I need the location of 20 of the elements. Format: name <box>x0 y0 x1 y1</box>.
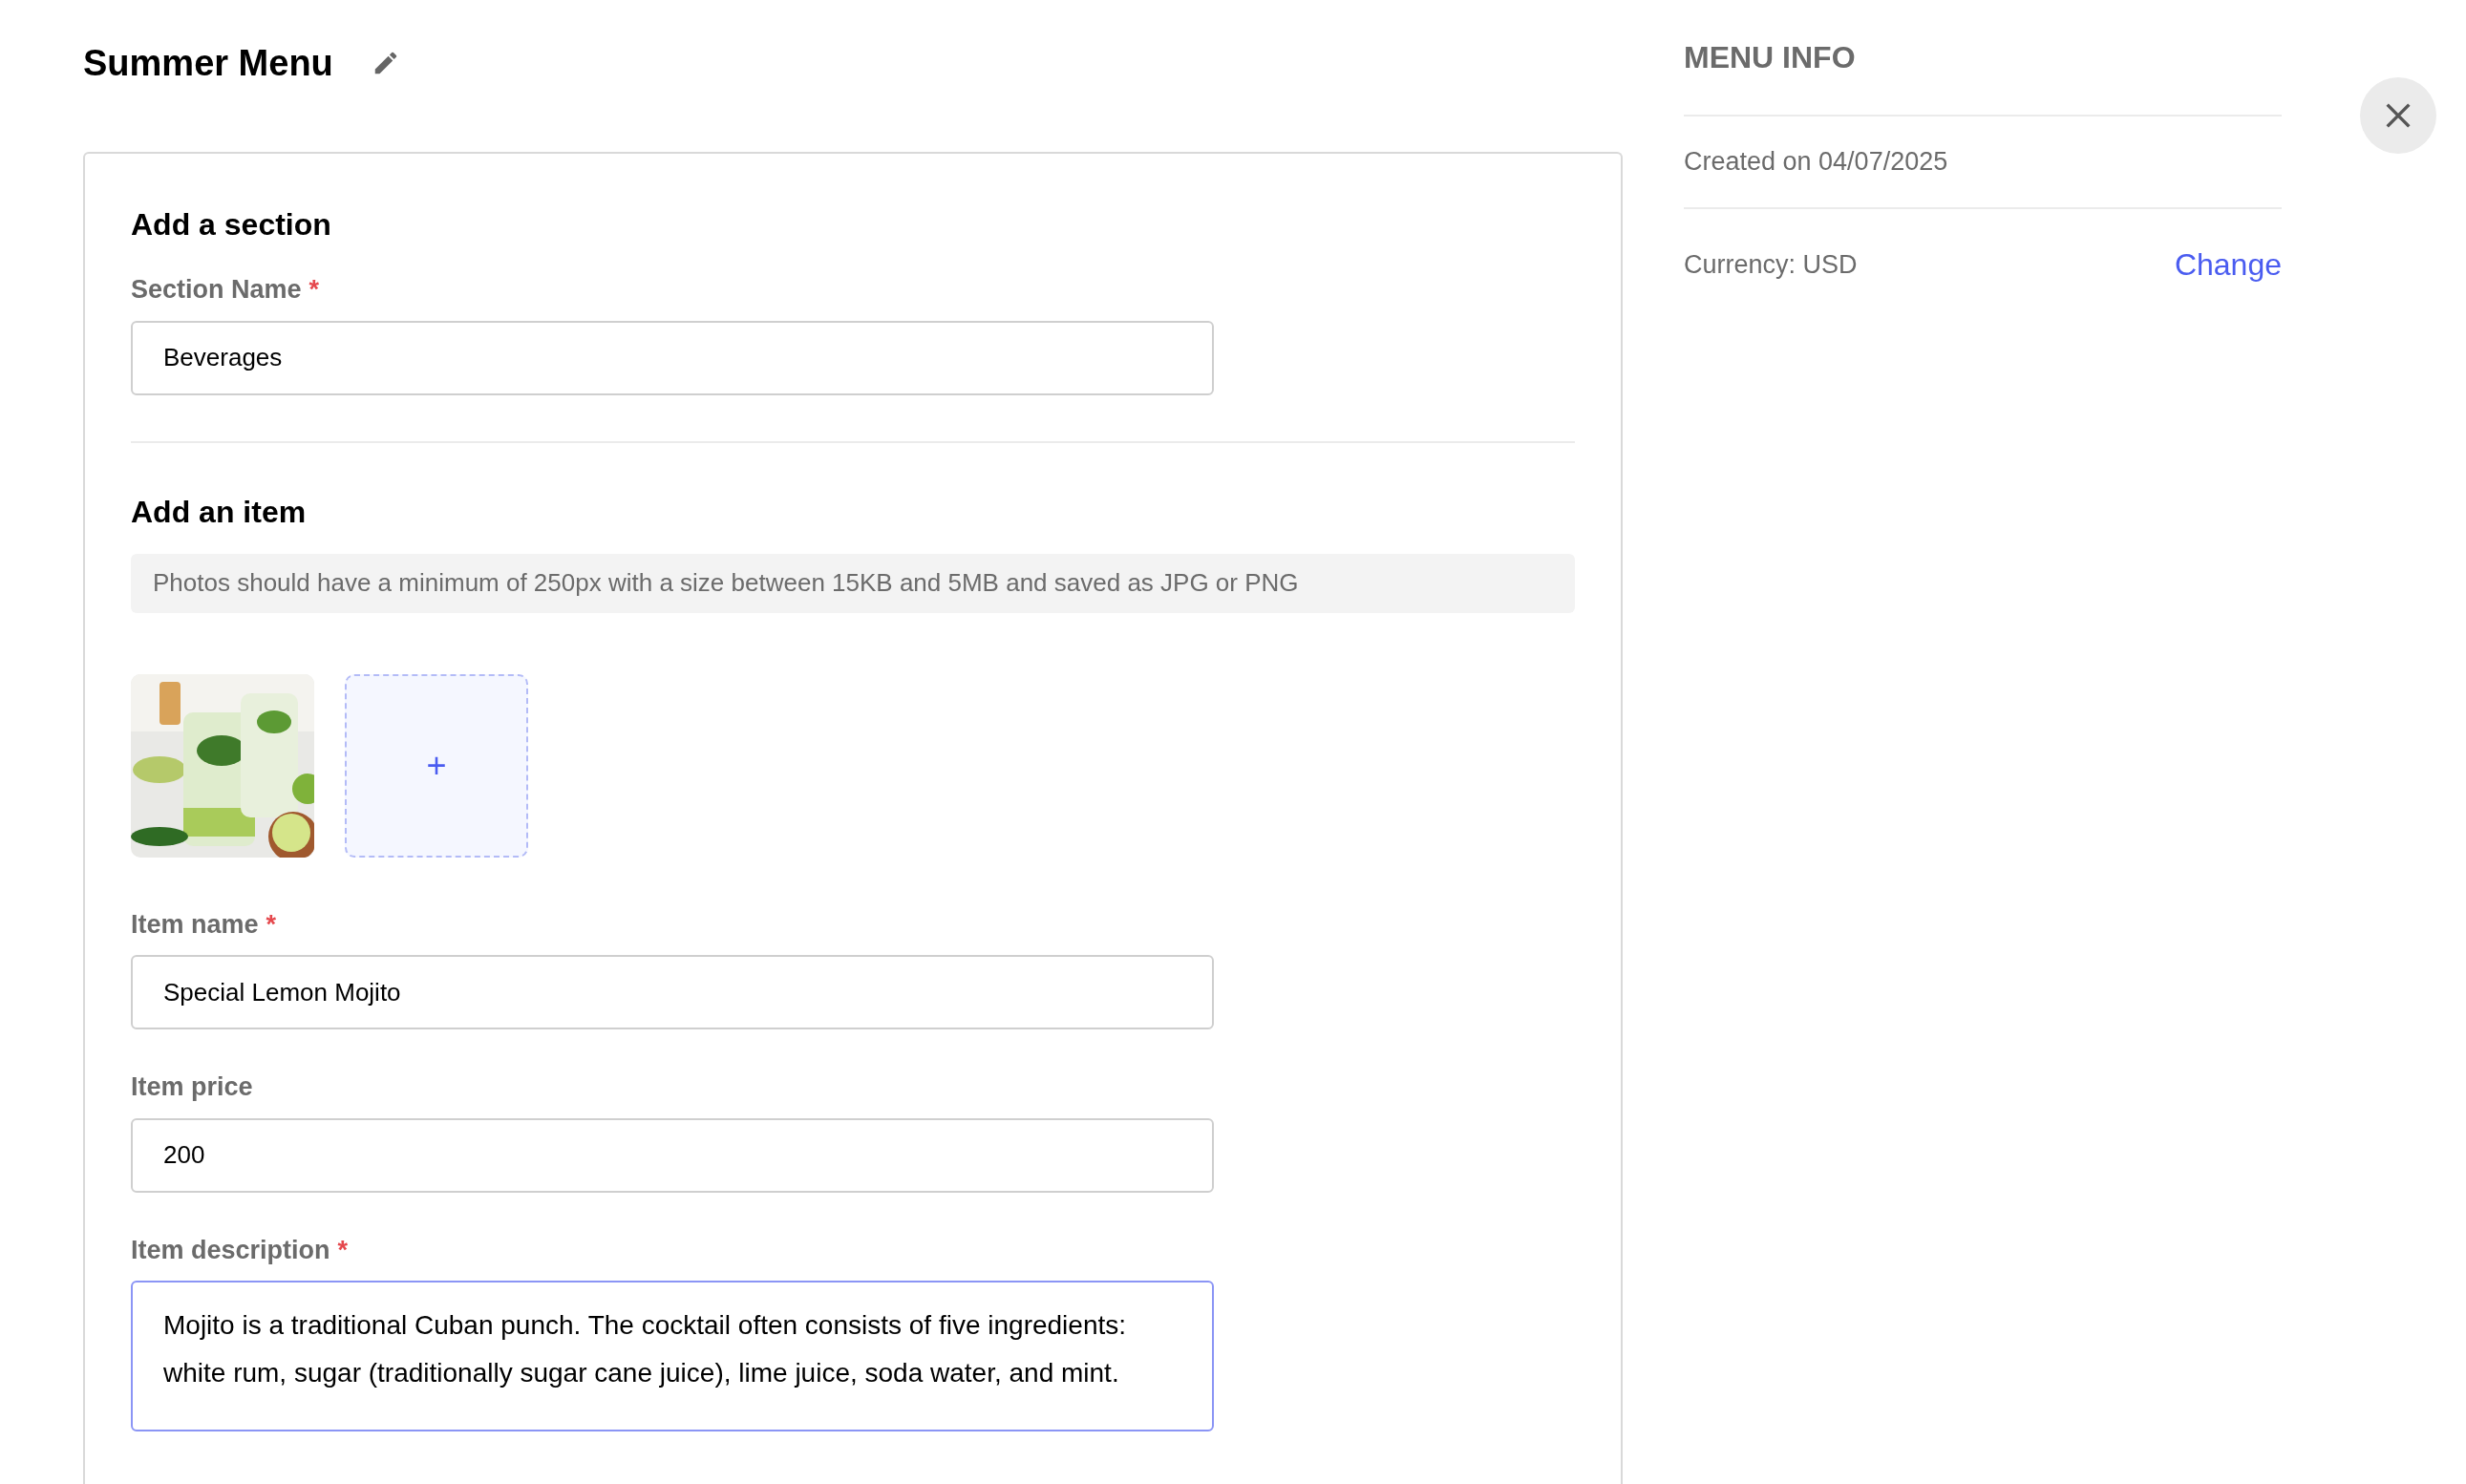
currency-label: Currency: USD <box>1684 248 1858 281</box>
required-asterisk: * <box>308 274 320 306</box>
add-photo-button[interactable]: + <box>345 673 528 858</box>
field-label: Item price <box>131 1071 253 1103</box>
description-field[interactable]: Mojito is a traditional Cuban punch. The cocktail often consists of five ingredients: white rum, sugar (traditionally sugar cane juice), lime juice, soda water, and mint. <box>131 1281 1214 1431</box>
field-label: Item name <box>131 908 259 941</box>
section-name-field[interactable]: Beverages <box>131 320 1214 395</box>
change-link[interactable]: Change <box>2174 242 2282 287</box>
required-asterisk: * <box>337 1234 349 1266</box>
field-label: Item description <box>131 1234 330 1266</box>
item-heading: Add an item <box>131 493 308 531</box>
input-field[interactable]: 200 <box>131 1117 1214 1193</box>
section-heading: Add a section <box>131 206 332 244</box>
photo-notice: Photos should have a minimum of 250px with a size between 15KB and 5MB and saved as JPG or PNG <box>131 553 1575 613</box>
required-asterisk: * <box>266 908 277 941</box>
input-field[interactable]: Special Lemon Mojito <box>131 955 1214 1029</box>
created-date: Created on 04/07/2025 <box>1684 146 1948 179</box>
field-label: Section Name <box>131 274 302 306</box>
menu-info-heading: MENU INFO <box>1684 39 1856 76</box>
menu-title: Summer Menu <box>83 41 333 85</box>
